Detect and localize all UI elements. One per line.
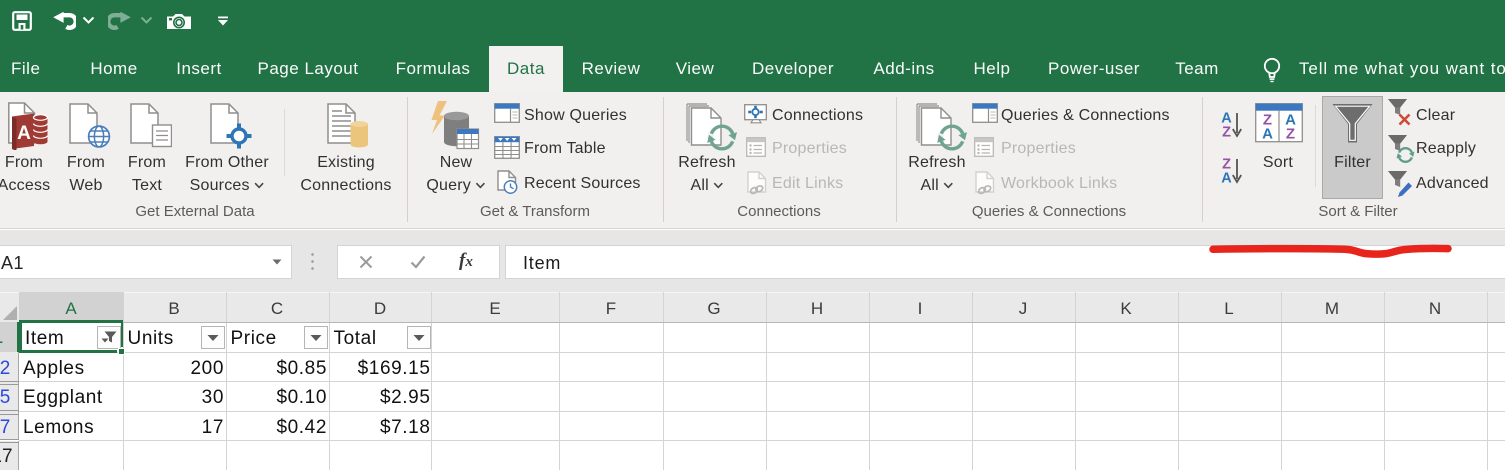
svg-text:Z: Z: [1286, 126, 1295, 143]
svg-text:A: A: [17, 123, 31, 144]
svg-text:A: A: [1262, 126, 1273, 143]
svg-text:A: A: [1221, 171, 1232, 185]
svg-text:Z: Z: [1222, 125, 1231, 139]
